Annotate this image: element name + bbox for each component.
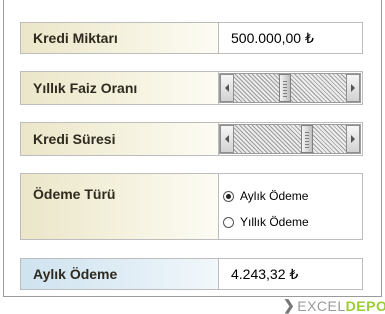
- scroll-right-arrow-icon[interactable]: [346, 125, 360, 153]
- exceldepo-logo: ❯ EXCEL DEPO: [283, 297, 385, 314]
- interest-rate-label: Yıllık Faiz Oranı: [21, 72, 219, 104]
- interest-rate-scrollbar[interactable]: [219, 73, 361, 103]
- loan-amount-row: Kredi Miktarı 500.000,00 ₺: [20, 22, 363, 54]
- radio-checked-icon[interactable]: [223, 190, 234, 202]
- logo-arrow-icon: ❯: [283, 297, 296, 313]
- radio-monthly-label: Aylık Ödeme: [240, 189, 309, 203]
- logo-text-excel: EXCEL: [297, 297, 346, 314]
- monthly-payment-value: 4.243,32 ₺: [231, 265, 299, 282]
- loan-term-label: Kredi Süresi: [21, 123, 219, 155]
- loan-amount-value[interactable]: 500.000,00 ₺: [219, 23, 362, 53]
- interest-rate-scroll-thumb[interactable]: [279, 74, 291, 102]
- payment-type-label: Ödeme Türü: [21, 174, 219, 239]
- radio-unchecked-icon[interactable]: [223, 216, 234, 228]
- loan-term-scroll-thumb[interactable]: [301, 125, 313, 153]
- radio-monthly-payment[interactable]: Aylık Ödeme: [223, 189, 308, 203]
- scroll-left-arrow-icon[interactable]: [220, 125, 234, 153]
- loan-calculator-sheet: Kredi Miktarı 500.000,00 ₺ Yıllık Faiz O…: [0, 0, 385, 314]
- payment-type-row: Ödeme Türü: [20, 173, 363, 240]
- loan-amount-label: Kredi Miktarı: [21, 23, 219, 53]
- sheet-border-right: [381, 0, 382, 296]
- scroll-right-arrow-icon[interactable]: [346, 74, 360, 102]
- loan-term-scrollbar[interactable]: [219, 124, 361, 154]
- sheet-border-left: [3, 0, 4, 296]
- logo-text-depo: DEPO: [345, 297, 385, 314]
- radio-yearly-payment[interactable]: Yıllık Ödeme: [223, 215, 309, 229]
- scroll-left-arrow-icon[interactable]: [220, 74, 234, 102]
- monthly-payment-row: Aylık Ödeme 4.243,32 ₺: [20, 258, 363, 290]
- monthly-payment-label: Aylık Ödeme: [21, 259, 219, 289]
- radio-yearly-label: Yıllık Ödeme: [240, 215, 309, 229]
